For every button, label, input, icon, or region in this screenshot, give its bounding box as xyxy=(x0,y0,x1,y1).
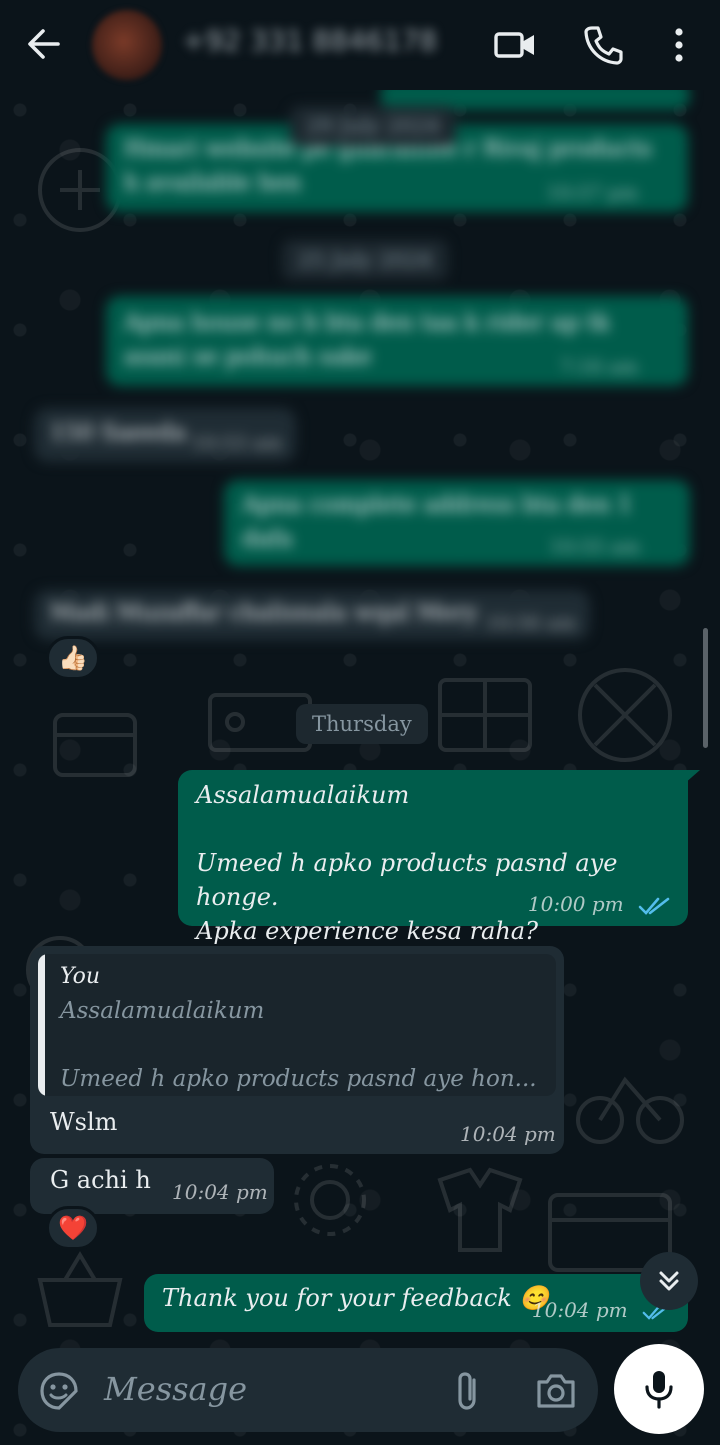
message-time: 10:04 pm xyxy=(172,1180,268,1204)
message-bubble-outgoing[interactable]: Apna house no b bta den taa k rider ap t… xyxy=(106,296,688,386)
reply-preview-line: Umeed h apko products pasnd aye hon... xyxy=(60,1066,537,1092)
reply-preview-line: Assalamualaikum xyxy=(60,998,265,1024)
date-separator: 25 July 2024 xyxy=(282,240,449,280)
message-time: 10:00 pm xyxy=(527,892,624,916)
message-text: Madi Muzaffar chalisnala wqal Mery xyxy=(50,600,478,626)
message-text: Wslm xyxy=(50,1108,118,1136)
message-input[interactable]: Message xyxy=(104,1370,247,1408)
voice-message-button[interactable] xyxy=(614,1344,704,1434)
message-time: 10:55 am xyxy=(549,536,640,558)
double-chevron-down-icon xyxy=(659,1271,679,1291)
thumbs-up-emoji: 👍🏻 xyxy=(58,644,88,672)
doodle-icon xyxy=(438,678,532,752)
reply-author: You xyxy=(60,964,101,989)
message-bubble-incoming[interactable]: Madi Muzaffar chalisnala wqal Mery 10:56… xyxy=(34,590,590,640)
sticker-icon[interactable] xyxy=(38,1370,80,1412)
message-time: 10:04 pm xyxy=(460,1122,556,1146)
message-bubble-outgoing[interactable]: Thank you for your feedback 😊 10:04 pm xyxy=(144,1274,688,1332)
message-time-row: 10:00 pm xyxy=(528,892,670,916)
message-text: Assalamualaikum Umeed h apko products pa… xyxy=(196,778,688,948)
doodle-icon xyxy=(576,1076,684,1144)
video-call-icon[interactable] xyxy=(492,22,538,68)
voice-call-icon[interactable] xyxy=(580,22,626,68)
message-text: 150 Saeeda xyxy=(50,420,187,446)
back-arrow-icon[interactable] xyxy=(22,22,66,66)
message-line: Apka experience kesa raha? xyxy=(196,917,538,945)
contact-name[interactable]: +92 331 8846178 xyxy=(182,24,437,57)
blurred-history: Hmari website pe guarantee r Rivaj produ… xyxy=(0,80,720,660)
message-bubble-outgoing[interactable]: Apna complete address bta den 1 dafa 10:… xyxy=(224,480,690,566)
doodle-icon xyxy=(294,1164,366,1236)
message-time: 10:04 pm xyxy=(531,1298,628,1322)
doodle-icon xyxy=(53,713,137,777)
heart-emoji: ❤️ xyxy=(58,1214,88,1242)
message-time: 7:16 am xyxy=(559,356,638,378)
bubble-tail xyxy=(684,770,700,784)
attach-icon[interactable] xyxy=(450,1370,486,1412)
reaction-badge[interactable]: ❤️ xyxy=(46,1206,100,1250)
message-line: Assalamualaikum xyxy=(196,781,410,809)
reaction-badge[interactable]: 👍🏻 xyxy=(46,636,100,680)
scroll-to-bottom-button[interactable] xyxy=(640,1252,698,1310)
date-separator: 29 July 2024 xyxy=(290,106,457,146)
message-composer[interactable]: Message xyxy=(18,1348,598,1432)
doodle-icon xyxy=(437,1167,523,1252)
doodle-icon xyxy=(37,1251,123,1327)
scrollbar-thumb[interactable] xyxy=(703,628,708,748)
chat-header: +92 331 8846178 xyxy=(0,0,720,90)
message-time: 10:57 pm xyxy=(547,182,638,204)
message-text: Thank you for your feedback 😊 xyxy=(162,1284,550,1312)
message-time: 10:56 am xyxy=(485,612,576,634)
message-bubble-incoming[interactable]: 150 Saeeda 10:53 am xyxy=(34,408,296,462)
avatar[interactable] xyxy=(92,10,162,80)
camera-icon[interactable] xyxy=(534,1370,578,1412)
reply-quote[interactable]: You Assalamualaikum Umeed h apko product… xyxy=(38,954,556,1096)
date-separator: Thursday xyxy=(296,704,428,744)
read-receipt-icon xyxy=(638,897,670,915)
doodle-icon xyxy=(578,668,672,762)
message-time: 10:53 am xyxy=(191,432,282,454)
more-options-icon[interactable] xyxy=(656,22,702,68)
message-text: G achi h xyxy=(50,1166,151,1194)
mic-icon xyxy=(645,1371,673,1409)
message-bubble-outgoing[interactable]: Assalamualaikum Umeed h apko products pa… xyxy=(178,770,688,945)
